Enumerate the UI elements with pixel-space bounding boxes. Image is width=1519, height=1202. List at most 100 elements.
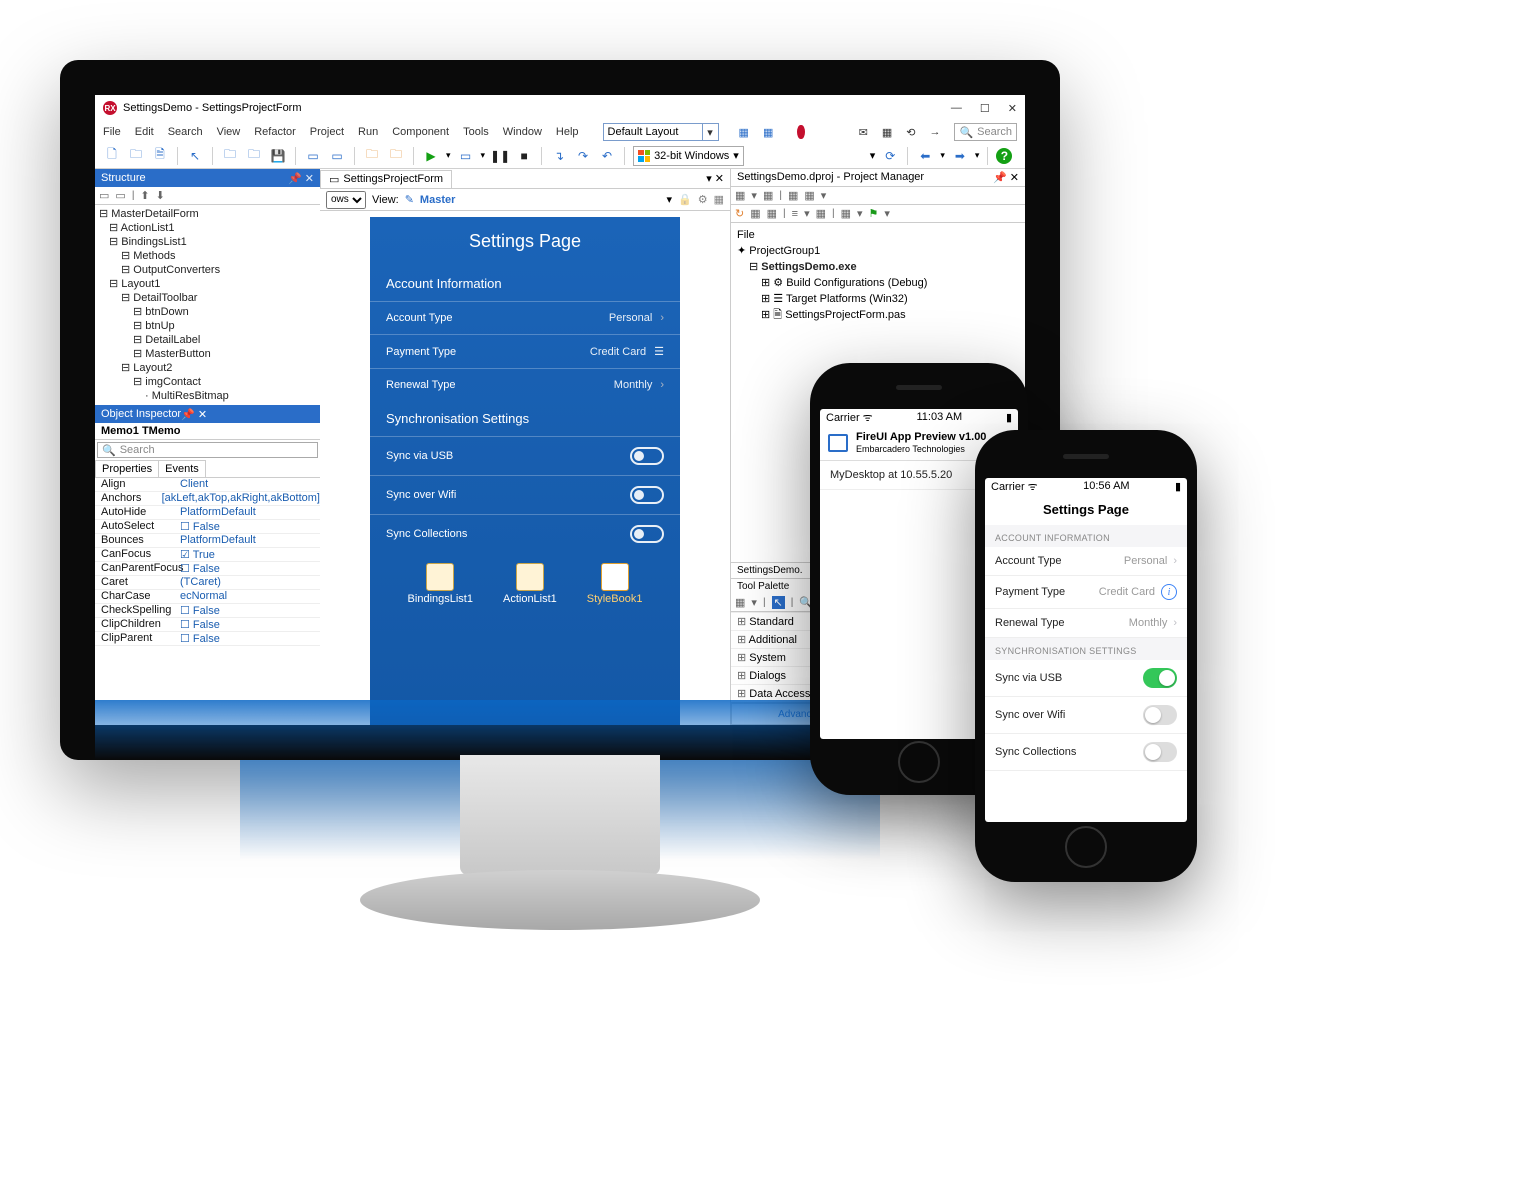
save-icon[interactable]: 🗎 — [151, 147, 169, 165]
property-row[interactable]: ClipChildren☐ False — [95, 618, 320, 632]
menu-help[interactable]: Help — [556, 126, 579, 138]
menu-window[interactable]: Window — [503, 126, 542, 138]
back-icon[interactable]: ⬅ — [916, 147, 934, 165]
toolbar-icon[interactable]: ▦ — [750, 207, 760, 220]
component-item[interactable]: BindingsList1 — [408, 563, 473, 605]
new-icon[interactable]: 🗋 — [103, 147, 121, 165]
run-folder2-icon[interactable]: 🗀 — [387, 147, 405, 165]
refresh-icon[interactable]: ⟳ — [881, 147, 899, 165]
layout-selector[interactable]: ▾ — [603, 123, 719, 141]
lock-icon[interactable]: 🔒 — [678, 193, 692, 206]
tree-node[interactable]: ⊟ Layout2 — [99, 361, 316, 375]
search-field[interactable]: 🔍Search — [954, 123, 1017, 141]
property-row[interactable]: ClipParent☐ False — [95, 632, 320, 646]
tree-node[interactable]: ✦ ProjectGroup1 — [737, 243, 1019, 259]
menu-search[interactable]: Search — [168, 126, 203, 138]
tree-node[interactable]: ⊟ MasterButton — [99, 347, 316, 361]
tab-controls[interactable]: ▾ ✕ — [706, 172, 730, 185]
tree-node[interactable]: ⊟ DetailToolbar — [99, 291, 316, 305]
tree-node[interactable]: ⊟ imgContact — [99, 375, 316, 389]
gear-icon[interactable]: ⚙ — [698, 193, 708, 206]
toolbar-icon[interactable]: ⟲ — [906, 126, 915, 139]
toolbar-icon[interactable]: ▦ — [788, 189, 798, 202]
component-item[interactable]: StyleBook1 — [587, 563, 643, 605]
inspector-search[interactable]: 🔍Search — [97, 442, 318, 458]
toolbar-icon[interactable]: ▦ — [804, 189, 814, 202]
menu-refactor[interactable]: Refactor — [254, 126, 296, 138]
down-icon[interactable]: ⬇ — [156, 189, 165, 202]
menu-component[interactable]: Component — [392, 126, 449, 138]
list-item[interactable]: Payment TypeCredit Card☰ — [370, 334, 680, 368]
pin-icon[interactable]: 📌 ✕ — [993, 171, 1019, 184]
menu-file[interactable]: File — [103, 126, 121, 138]
run-folder1-icon[interactable]: 🗀 — [363, 147, 381, 165]
chevron-down-icon[interactable]: ▾ — [821, 189, 827, 202]
tree-node[interactable]: ⊞ ☰ Target Platforms (Win32) — [737, 291, 1019, 307]
property-row[interactable]: Caret(TCaret) — [95, 576, 320, 590]
menu-view[interactable]: View — [217, 126, 241, 138]
property-grid[interactable]: AlignClientAnchors[akLeft,akTop,akRight,… — [95, 478, 320, 646]
chevron-down-icon[interactable]: ▾ — [804, 207, 810, 220]
chevron-down-icon[interactable]: ▾ — [446, 150, 451, 161]
list-item[interactable]: Sync via USB — [985, 660, 1187, 697]
pause-icon[interactable]: ❚❚ — [491, 147, 509, 165]
chevron-down-icon[interactable]: ▾ — [751, 596, 757, 609]
maximize-button[interactable]: ☐ — [980, 102, 990, 115]
list-item[interactable]: Renewal TypeMonthly› — [985, 609, 1187, 638]
property-row[interactable]: CheckSpelling☐ False — [95, 604, 320, 618]
select-icon[interactable]: ↖ — [186, 147, 204, 165]
toggle[interactable] — [630, 486, 664, 504]
property-row[interactable]: BouncesPlatformDefault — [95, 534, 320, 548]
open-icon[interactable]: 🗀 — [127, 147, 145, 165]
chevron-down-icon[interactable]: ▾ — [975, 150, 980, 161]
form-icon[interactable]: ▭ — [304, 147, 322, 165]
folder-icon[interactable]: 🗀 — [221, 147, 239, 165]
tab-properties[interactable]: Properties — [95, 460, 159, 477]
toolbar-icon[interactable]: ▦ — [882, 126, 892, 139]
list-item[interactable]: Sync via USB — [370, 436, 680, 475]
pin-icon[interactable]: 📌 ✕ — [181, 408, 207, 421]
stop-icon[interactable]: ■ — [515, 147, 533, 165]
property-row[interactable]: AutoHidePlatformDefault — [95, 506, 320, 520]
tree-node[interactable]: ⊟ ActionList1 — [99, 221, 316, 235]
list-item[interactable]: Account TypePersonal› — [370, 301, 680, 334]
tree-node[interactable]: ⊟ Methods — [99, 249, 316, 263]
menu-edit[interactable]: Edit — [135, 126, 154, 138]
tree-node[interactable]: ⊟ SettingsDemo.exe — [737, 259, 1019, 275]
property-row[interactable]: AutoSelect☐ False — [95, 520, 320, 534]
toolbar-icon[interactable]: ↻ — [735, 207, 744, 220]
toggle[interactable] — [1143, 705, 1177, 725]
tree-node[interactable]: · MultiResBitmap — [99, 389, 316, 403]
list-item[interactable]: Payment TypeCredit Cardi — [985, 576, 1187, 609]
chevron-down-icon[interactable]: ▾ — [666, 193, 672, 206]
menu-project[interactable]: Project — [310, 126, 344, 138]
toggle[interactable] — [1143, 742, 1177, 762]
menu-run[interactable]: Run — [358, 126, 378, 138]
inspector-object[interactable]: Memo1 TMemo — [95, 423, 320, 440]
property-row[interactable]: CanFocus☑ True — [95, 548, 320, 562]
property-row[interactable]: Anchors[akLeft,akTop,akRight,akBottom] — [95, 492, 320, 506]
list-item[interactable]: Sync Collections — [370, 514, 680, 553]
list-item[interactable]: Sync over Wifi — [985, 697, 1187, 734]
toolbar-icon[interactable]: ▦ — [735, 596, 745, 609]
forward-icon[interactable]: ➡ — [951, 147, 969, 165]
toolbar-icon[interactable]: ▦ — [767, 207, 777, 220]
pin-icon[interactable]: 📌 ✕ — [288, 172, 314, 185]
tree-node[interactable]: ⊟ DetailLabel — [99, 333, 316, 347]
list-item[interactable]: Sync over Wifi — [370, 475, 680, 514]
info-icon[interactable]: i — [1161, 584, 1177, 600]
chevron-down-icon[interactable]: ▾ — [481, 150, 486, 161]
property-row[interactable]: CharCaseecNormal — [95, 590, 320, 604]
tree-node[interactable]: ⊞ ⚙ Build Configurations (Debug) — [737, 275, 1019, 291]
tree-node[interactable]: ⊟ BindingsList1 — [99, 235, 316, 249]
toolbar-icon[interactable]: ▦ — [841, 207, 851, 220]
toggle[interactable] — [630, 447, 664, 465]
select-icon[interactable]: ↖ — [772, 596, 785, 609]
toolbar-icon[interactable]: ▭ — [115, 189, 125, 202]
ows-selector[interactable]: ows — [326, 191, 366, 209]
toolbar-icon[interactable]: ▦ — [763, 189, 773, 202]
chevron-down-icon[interactable]: ▾ — [751, 189, 757, 202]
toggle[interactable] — [630, 525, 664, 543]
chevron-down-icon[interactable]: ▾ — [940, 150, 945, 161]
layout-input[interactable] — [603, 123, 703, 141]
